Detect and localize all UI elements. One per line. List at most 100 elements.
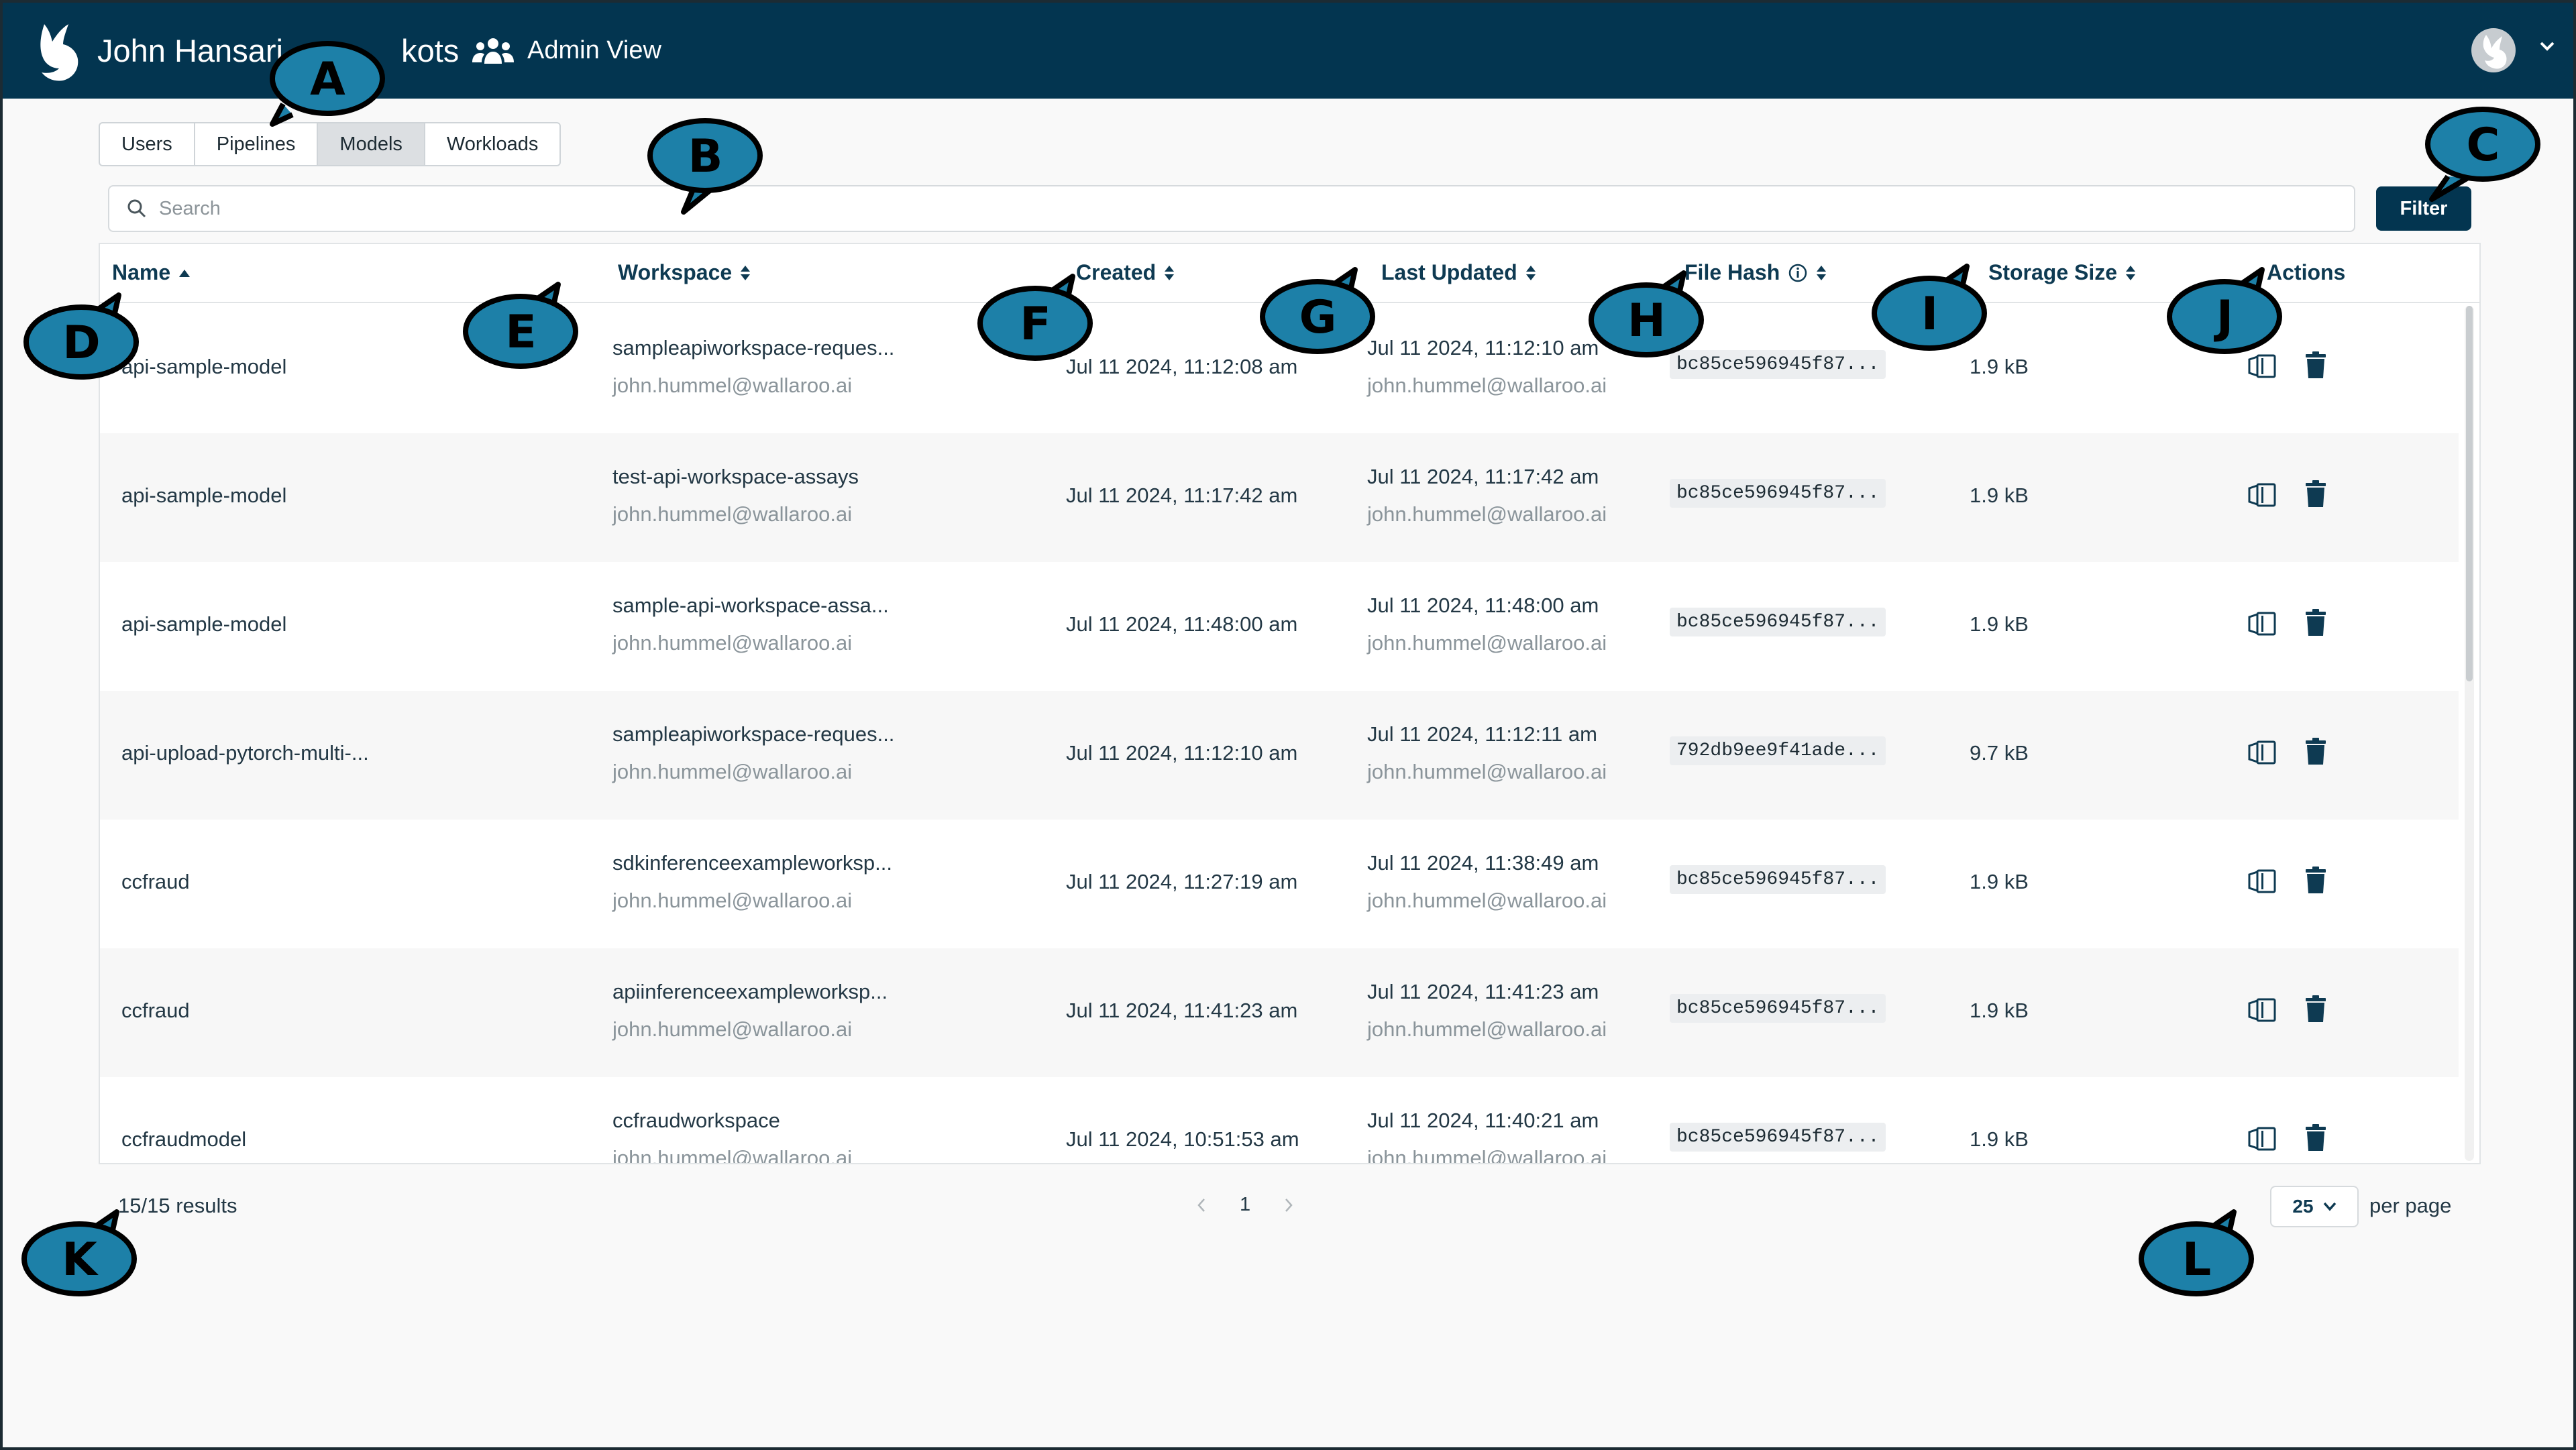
table-row[interactable]: api-sample-model sample-api-workspace-as… [100,562,2459,691]
column-last-updated-label: Last Updated [1381,260,1517,284]
created-date: Jul 11 2024, 10:51:53 am [1066,1127,1299,1151]
model-name[interactable]: ccfraudmodel [121,1127,246,1152]
tab-models[interactable]: Models [318,123,425,165]
callout-letter: E [505,305,537,359]
scrollbar-thumb[interactable] [2466,306,2473,681]
workspace-name[interactable]: sample-api-workspace-assa... [612,594,889,618]
column-header-workspace[interactable]: Workspace [618,260,751,285]
callout-k: K [17,1209,142,1307]
updated-date: Jul 11 2024, 11:12:10 am [1367,336,1599,359]
storage-size: 1.9 kB [1970,1127,2029,1151]
chevron-down-icon[interactable] [2540,42,2555,51]
created-date: Jul 11 2024, 11:48:00 am [1066,612,1298,636]
callout-letter: A [310,52,345,106]
view-model-icon[interactable] [2247,997,2277,1023]
view-model-icon[interactable] [2247,739,2277,766]
callout-l: L [2135,1209,2259,1307]
admin-view-link[interactable]: Admin View [472,36,661,65]
trash-icon[interactable] [2304,480,2327,508]
updated-by: john.hummel@wallaroo.ai [1367,889,1607,912]
chevron-down-icon [2323,1202,2336,1211]
model-name[interactable]: ccfraud [121,999,190,1023]
table-scrollbar[interactable] [2465,306,2474,1161]
workspace-name[interactable]: ccfraudworkspace [612,1109,780,1133]
workspace-name[interactable]: sampleapiworkspace-reques... [612,722,894,746]
table-row[interactable]: ccfraudmodel ccfraudworkspace john.humme… [100,1077,2459,1164]
workspace-owner: john.hummel@wallaroo.ai [612,1146,853,1164]
admin-tabs: Users Pipelines Models Workloads [99,122,561,166]
updated-by: john.hummel@wallaroo.ai [1367,502,1607,526]
sort-icon [1165,265,1175,280]
chevron-left-icon[interactable] [1197,1198,1206,1213]
file-hash: bc85ce596945f87... [1670,865,1886,894]
per-page-select[interactable]: 25 [2270,1186,2359,1227]
column-header-created[interactable]: Created [1076,260,1175,285]
table-row[interactable]: ccfraud apiinferenceexampleworksp... joh… [100,948,2459,1077]
created-date: Jul 11 2024, 11:27:19 am [1066,870,1298,893]
sort-icon [1525,265,1536,280]
storage-size: 1.9 kB [1970,999,2029,1022]
workspace-name[interactable]: sampleapiworkspace-reques... [612,336,894,360]
storage-size: 1.9 kB [1970,612,2029,636]
callout-g: G [1256,267,1380,365]
table-row[interactable]: api-sample-model test-api-workspace-assa… [100,433,2459,562]
model-name[interactable]: api-sample-model [121,355,286,379]
view-model-icon[interactable] [2247,610,2277,637]
column-header-name[interactable]: Name [112,260,191,285]
updated-by: john.hummel@wallaroo.ai [1367,631,1607,655]
workspace-name[interactable]: sdkinferenceexampleworksp... [612,851,892,875]
wallaroo-logo-icon[interactable] [30,21,83,83]
model-name[interactable]: api-sample-model [121,612,286,636]
workspace-owner: john.hummel@wallaroo.ai [612,502,853,526]
column-header-last-updated[interactable]: Last Updated [1381,260,1536,285]
updated-date: Jul 11 2024, 11:41:23 am [1367,980,1599,1003]
trash-icon[interactable] [2304,1124,2327,1152]
search-box[interactable] [108,185,2355,232]
view-model-icon[interactable] [2247,868,2277,895]
model-name[interactable]: ccfraud [121,870,190,894]
tab-workloads[interactable]: Workloads [425,123,559,165]
filter-button[interactable]: Filter [2376,186,2471,231]
column-header-storage-size[interactable]: Storage Size [1988,260,2136,285]
sort-icon [741,265,751,280]
trash-icon[interactable] [2304,351,2327,380]
storage-size: 1.9 kB [1970,484,2029,507]
file-hash: bc85ce596945f87... [1670,608,1886,636]
workspace-owner: john.hummel@wallaroo.ai [612,631,853,655]
trash-icon[interactable] [2304,609,2327,637]
callout-letter: K [62,1233,97,1286]
callout-j: J [2163,267,2287,365]
search-icon [127,199,146,218]
trash-icon[interactable] [2304,867,2327,895]
trash-icon[interactable] [2304,995,2327,1023]
updated-by: john.hummel@wallaroo.ai [1367,1146,1607,1164]
updated-date: Jul 11 2024, 11:17:42 am [1367,465,1599,488]
trash-icon[interactable] [2304,738,2327,766]
chevron-right-icon[interactable] [1284,1198,1293,1213]
callout-letter: H [1627,294,1666,347]
admin-view-label: Admin View [527,36,661,64]
tab-pipelines[interactable]: Pipelines [195,123,319,165]
callout-i: I [1868,264,1992,361]
per-page-value: 25 [2292,1196,2314,1217]
workspace-name[interactable]: apiinferenceexampleworksp... [612,980,888,1004]
view-model-icon[interactable] [2247,1125,2277,1152]
callout-letter: J [2216,290,2234,344]
updated-by: john.hummel@wallaroo.ai [1367,374,1607,397]
callout-letter: B [688,129,723,183]
current-page[interactable]: 1 [1240,1194,1250,1216]
table-row[interactable]: ccfraud sdkinferenceexampleworksp... joh… [100,820,2459,948]
workspace-name[interactable]: test-api-workspace-assays [612,465,859,489]
tab-users[interactable]: Users [100,123,195,165]
search-input[interactable] [159,197,2171,220]
model-name[interactable]: api-sample-model [121,484,286,508]
avatar[interactable] [2471,28,2516,72]
column-workspace-label: Workspace [618,260,733,284]
table-row[interactable]: api-upload-pytorch-multi-... sampleapiwo… [100,691,2459,820]
sort-icon [1817,265,1827,280]
table-body: api-sample-model sampleapiworkspace-requ… [100,304,2459,1164]
info-icon[interactable] [1788,263,1808,283]
callout-letter: G [1299,290,1337,344]
model-name[interactable]: api-upload-pytorch-multi-... [121,741,369,765]
view-model-icon[interactable] [2247,482,2277,508]
